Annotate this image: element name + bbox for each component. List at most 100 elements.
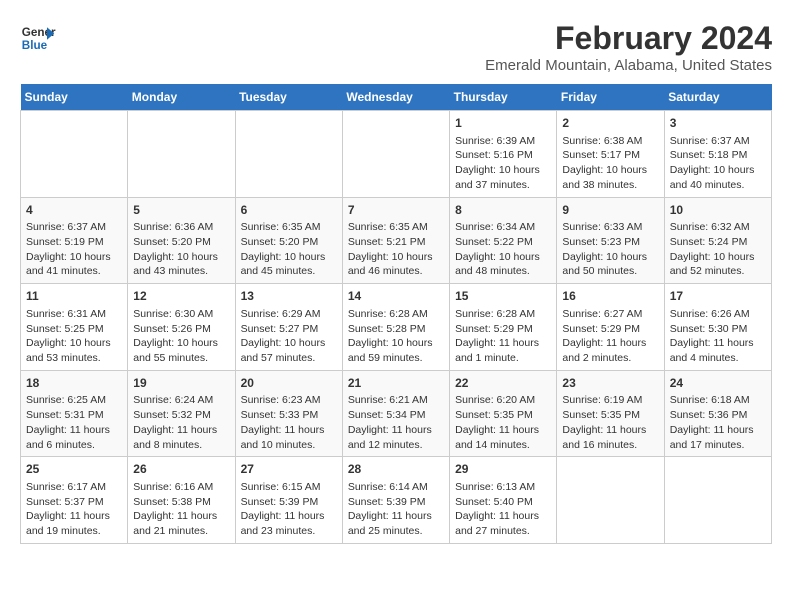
calendar-cell: 22Sunrise: 6:20 AM Sunset: 5:35 PM Dayli… [450,370,557,457]
day-info: Sunrise: 6:15 AM Sunset: 5:39 PM Dayligh… [241,480,337,539]
day-number: 22 [455,375,551,392]
day-info: Sunrise: 6:36 AM Sunset: 5:20 PM Dayligh… [133,220,229,279]
day-number: 19 [133,375,229,392]
day-header-wednesday: Wednesday [342,84,449,111]
day-number: 25 [26,461,122,478]
day-number: 6 [241,202,337,219]
day-number: 12 [133,288,229,305]
calendar-week-1: 1Sunrise: 6:39 AM Sunset: 5:16 PM Daylig… [21,111,772,198]
svg-text:Blue: Blue [22,39,48,52]
day-number: 15 [455,288,551,305]
calendar-cell [21,111,128,198]
day-info: Sunrise: 6:26 AM Sunset: 5:30 PM Dayligh… [670,307,766,366]
calendar-cell: 24Sunrise: 6:18 AM Sunset: 5:36 PM Dayli… [664,370,771,457]
calendar-cell: 8Sunrise: 6:34 AM Sunset: 5:22 PM Daylig… [450,197,557,284]
calendar-cell: 27 Sunrise: 6:15 AM Sunset: 5:39 PM Dayli… [235,457,342,544]
day-info: Sunrise: 6:28 AM Sunset: 5:29 PM Dayligh… [455,307,551,366]
day-number: 21 [348,375,444,392]
day-info: Sunrise: 6:18 AM Sunset: 5:36 PM Dayligh… [670,393,766,452]
day-number: 26 [133,461,229,478]
calendar-cell: 13Sunrise: 6:29 AM Sunset: 5:27 PM Dayli… [235,284,342,371]
day-number: 20 [241,375,337,392]
calendar-cell [342,111,449,198]
calendar-header-row: SundayMondayTuesdayWednesdayThursdayFrid… [21,84,772,111]
day-info: Sunrise: 6:37 AM Sunset: 5:19 PM Dayligh… [26,220,122,279]
day-header-tuesday: Tuesday [235,84,342,111]
day-info: Sunrise: 6:25 AM Sunset: 5:31 PM Dayligh… [26,393,122,452]
title-block: February 2024 Emerald Mountain, Alabama,… [485,20,772,74]
calendar-cell: 5Sunrise: 6:36 AM Sunset: 5:20 PM Daylig… [128,197,235,284]
calendar-cell: 15 Sunrise: 6:28 AM Sunset: 5:29 PM Dayli… [450,284,557,371]
day-header-monday: Monday [128,84,235,111]
day-info: Sunrise: 6:32 AM Sunset: 5:24 PM Dayligh… [670,220,766,279]
day-info: Sunrise: 6:17 AM Sunset: 5:37 PM Dayligh… [26,480,122,539]
day-number: 18 [26,375,122,392]
day-number: 27 [241,461,337,478]
day-info: Sunrise: 6:33 AM Sunset: 5:23 PM Dayligh… [562,220,658,279]
calendar-cell: 3Sunrise: 6:37 AM Sunset: 5:18 PM Daylig… [664,111,771,198]
location-subtitle: Emerald Mountain, Alabama, United States [485,57,772,74]
day-number: 28 [348,461,444,478]
calendar-cell: 12 Sunrise: 6:30 AM Sunset: 5:26 PM Dayli… [128,284,235,371]
month-year-title: February 2024 [485,20,772,57]
calendar-cell: 10Sunrise: 6:32 AM Sunset: 5:24 PM Dayli… [664,197,771,284]
calendar-cell [128,111,235,198]
calendar-week-2: 4Sunrise: 6:37 AM Sunset: 5:19 PM Daylig… [21,197,772,284]
calendar-cell: 4Sunrise: 6:37 AM Sunset: 5:19 PM Daylig… [21,197,128,284]
day-header-saturday: Saturday [664,84,771,111]
day-number: 29 [455,461,551,478]
day-number: 7 [348,202,444,219]
day-header-friday: Friday [557,84,664,111]
calendar-cell: 29 Sunrise: 6:13 AM Sunset: 5:40 PM Dayli… [450,457,557,544]
day-number: 14 [348,288,444,305]
calendar-cell: 23Sunrise: 6:19 AM Sunset: 5:35 PM Dayli… [557,370,664,457]
calendar-cell [664,457,771,544]
day-number: 23 [562,375,658,392]
day-info: Sunrise: 6:16 AM Sunset: 5:38 PM Dayligh… [133,480,229,539]
calendar-cell: 6Sunrise: 6:35 AM Sunset: 5:20 PM Daylig… [235,197,342,284]
day-info: Sunrise: 6:24 AM Sunset: 5:32 PM Dayligh… [133,393,229,452]
day-info: Sunrise: 6:30 AM Sunset: 5:26 PM Dayligh… [133,307,229,366]
day-number: 5 [133,202,229,219]
calendar-cell: 25 Sunrise: 6:17 AM Sunset: 5:37 PM Dayli… [21,457,128,544]
calendar-cell: 14Sunrise: 6:28 AM Sunset: 5:28 PM Dayli… [342,284,449,371]
day-info: Sunrise: 6:38 AM Sunset: 5:17 PM Dayligh… [562,134,658,193]
calendar-cell [557,457,664,544]
calendar-cell: 17 Sunrise: 6:26 AM Sunset: 5:30 PM Dayli… [664,284,771,371]
day-info: Sunrise: 6:13 AM Sunset: 5:40 PM Dayligh… [455,480,551,539]
calendar-cell [235,111,342,198]
calendar-cell: 28 Sunrise: 6:14 AM Sunset: 5:39 PM Dayli… [342,457,449,544]
calendar-table: SundayMondayTuesdayWednesdayThursdayFrid… [20,84,772,544]
page-header: General Blue February 2024 Emerald Mount… [20,20,772,74]
calendar-week-4: 18Sunrise: 6:25 AM Sunset: 5:31 PM Dayli… [21,370,772,457]
calendar-cell: 16Sunrise: 6:27 AM Sunset: 5:29 PM Dayli… [557,284,664,371]
logo-icon: General Blue [20,20,56,56]
day-number: 2 [562,115,658,132]
day-number: 10 [670,202,766,219]
day-info: Sunrise: 6:19 AM Sunset: 5:35 PM Dayligh… [562,393,658,452]
day-number: 11 [26,288,122,305]
day-number: 24 [670,375,766,392]
calendar-cell: 1Sunrise: 6:39 AM Sunset: 5:16 PM Daylig… [450,111,557,198]
day-info: Sunrise: 6:35 AM Sunset: 5:21 PM Dayligh… [348,220,444,279]
calendar-cell: 18Sunrise: 6:25 AM Sunset: 5:31 PM Dayli… [21,370,128,457]
day-number: 3 [670,115,766,132]
calendar-cell: 20Sunrise: 6:23 AM Sunset: 5:33 PM Dayli… [235,370,342,457]
day-number: 8 [455,202,551,219]
day-header-sunday: Sunday [21,84,128,111]
day-info: Sunrise: 6:31 AM Sunset: 5:25 PM Dayligh… [26,307,122,366]
day-info: Sunrise: 6:34 AM Sunset: 5:22 PM Dayligh… [455,220,551,279]
calendar-cell: 2 Sunrise: 6:38 AM Sunset: 5:17 PM Daylig… [557,111,664,198]
day-info: Sunrise: 6:21 AM Sunset: 5:34 PM Dayligh… [348,393,444,452]
logo: General Blue [20,20,56,56]
calendar-cell: 9Sunrise: 6:33 AM Sunset: 5:23 PM Daylig… [557,197,664,284]
calendar-cell: 19Sunrise: 6:24 AM Sunset: 5:32 PM Dayli… [128,370,235,457]
calendar-week-3: 11 Sunrise: 6:31 AM Sunset: 5:25 PM Dayli… [21,284,772,371]
day-info: Sunrise: 6:14 AM Sunset: 5:39 PM Dayligh… [348,480,444,539]
calendar-cell: 11 Sunrise: 6:31 AM Sunset: 5:25 PM Dayli… [21,284,128,371]
calendar-cell: 26 Sunrise: 6:16 AM Sunset: 5:38 PM Dayli… [128,457,235,544]
day-number: 1 [455,115,551,132]
day-header-thursday: Thursday [450,84,557,111]
calendar-cell: 7Sunrise: 6:35 AM Sunset: 5:21 PM Daylig… [342,197,449,284]
day-number: 17 [670,288,766,305]
